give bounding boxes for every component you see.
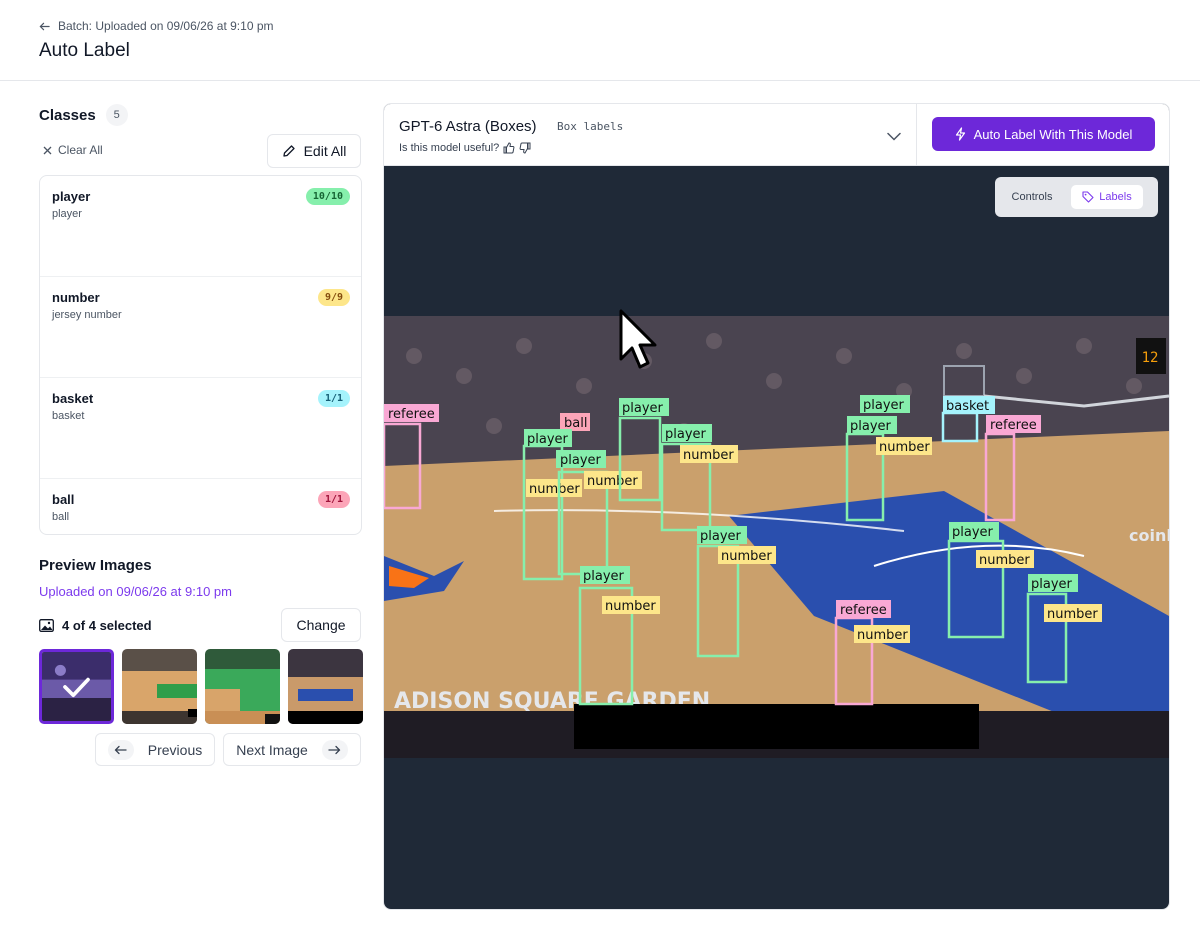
- class-description: player: [52, 208, 82, 220]
- thumbnail-image: [42, 652, 111, 721]
- class-item-number[interactable]: number jersey number 9/9: [40, 277, 361, 378]
- image-viewer: GPT-6 Astra (Boxes) Box labels Is this m…: [383, 103, 1170, 910]
- feedback-prompt: Is this model useful?: [399, 142, 500, 154]
- model-type: Box labels: [557, 120, 624, 133]
- label-player: player: [665, 427, 707, 442]
- breadcrumb[interactable]: Batch: Uploaded on 09/06/26 at 9:10 pm: [39, 19, 274, 33]
- thumbnail-1[interactable]: [39, 649, 114, 724]
- label-player: player: [527, 432, 569, 447]
- label-player: player: [622, 401, 664, 416]
- label-ball: ball: [564, 416, 587, 431]
- label-referee: referee: [840, 603, 887, 618]
- class-list: player player 10/10 number jersey number…: [39, 175, 362, 535]
- thumbnail-2[interactable]: [122, 649, 197, 724]
- clear-all-label: Clear All: [58, 143, 103, 157]
- thumbnail-image: [288, 649, 363, 724]
- preview-upload-date: Uploaded on 09/06/26 at 9:10 pm: [39, 584, 232, 599]
- thumbnail-3[interactable]: [205, 649, 280, 724]
- class-item-ball[interactable]: ball ball 1/1: [40, 479, 361, 534]
- label-number: number: [529, 482, 580, 497]
- label-number: number: [605, 599, 656, 614]
- previous-button[interactable]: Previous: [95, 733, 215, 766]
- edit-all-label: Edit All: [303, 143, 347, 159]
- page-header: Batch: Uploaded on 09/06/26 at 9:10 pm A…: [0, 0, 1200, 81]
- thumbnail-image: [122, 649, 197, 724]
- label-number: number: [857, 628, 908, 643]
- thumbnail-image: [205, 649, 280, 724]
- next-image-button[interactable]: Next Image: [223, 733, 361, 766]
- label-player: player: [952, 525, 994, 540]
- class-item-player[interactable]: player player 10/10: [40, 176, 361, 277]
- auto-label-label: Auto Label With This Model: [973, 126, 1133, 142]
- page-title: Auto Label: [39, 40, 130, 61]
- label-number: number: [683, 448, 734, 463]
- class-name: number: [52, 290, 100, 305]
- selected-count: 4 of 4 selected: [62, 618, 152, 633]
- class-count-badge: 10/10: [305, 188, 350, 205]
- label-player: player: [850, 419, 892, 434]
- label-number: number: [587, 474, 638, 489]
- thumbnail-strip: [39, 649, 363, 724]
- arrow-left-icon: [107, 739, 134, 760]
- clear-all-button[interactable]: Clear All: [43, 143, 103, 157]
- model-feedback: Is this model useful?: [399, 142, 531, 154]
- label-number: number: [979, 553, 1030, 568]
- class-description: basket: [52, 410, 85, 422]
- close-icon: [43, 146, 52, 154]
- labels-tab-label: Labels: [1099, 191, 1132, 203]
- class-item-basket[interactable]: basket basket 1/1: [40, 378, 361, 479]
- label-basket: basket: [946, 399, 989, 414]
- label-number: number: [879, 440, 930, 455]
- next-label: Next Image: [236, 741, 308, 758]
- label-player: player: [560, 453, 602, 468]
- sponsor-text: coinb: [1129, 526, 1169, 545]
- class-count-badge: 1/1: [317, 491, 350, 508]
- class-description: jersey number: [52, 309, 122, 321]
- svg-text:12: 12: [1142, 350, 1159, 366]
- preview-images-title: Preview Images: [39, 557, 152, 574]
- selection-summary: 4 of 4 selected: [39, 618, 152, 633]
- label-referee: referee: [990, 418, 1037, 433]
- model-select-chevron-icon[interactable]: [887, 128, 901, 146]
- mouse-cursor-icon: [619, 309, 657, 369]
- label-player: player: [1031, 577, 1073, 592]
- arrow-right-icon: [321, 739, 348, 760]
- change-button[interactable]: Change: [281, 608, 361, 642]
- thumbs-down-icon[interactable]: [519, 142, 531, 154]
- view-toggle: Controls Labels: [995, 177, 1158, 217]
- previous-label: Previous: [147, 741, 203, 758]
- controls-tab[interactable]: Controls: [1001, 185, 1063, 209]
- edit-all-button[interactable]: Edit All: [267, 134, 361, 168]
- auto-label-button[interactable]: Auto Label With This Model: [932, 117, 1155, 151]
- image-icon: [39, 619, 54, 632]
- classes-count-badge: 5: [105, 104, 128, 126]
- thumbnail-4[interactable]: [288, 649, 363, 724]
- class-name: player: [52, 189, 91, 204]
- classes-title: Classes: [39, 106, 96, 124]
- label-number: number: [1047, 607, 1098, 622]
- annotated-image[interactable]: 12 ADISON SQUARE GARDEN coinb referee ba…: [384, 316, 1169, 758]
- lightning-icon: [955, 127, 965, 141]
- tag-icon: [1082, 191, 1094, 203]
- class-count-badge: 9/9: [317, 289, 350, 306]
- back-arrow-icon: [39, 22, 50, 30]
- breadcrumb-label: Batch: Uploaded on 09/06/26 at 9:10 pm: [58, 19, 274, 33]
- class-description: ball: [52, 511, 70, 523]
- class-name: ball: [52, 492, 75, 507]
- label-player: player: [583, 569, 625, 584]
- classes-header: Classes 5: [39, 104, 128, 126]
- label-player: player: [700, 529, 742, 544]
- model-name: GPT-6 Astra (Boxes): [399, 118, 537, 135]
- label-player: player: [863, 398, 905, 413]
- thumbs-up-icon[interactable]: [503, 142, 515, 154]
- class-name: basket: [52, 391, 94, 406]
- label-referee: referee: [388, 407, 435, 422]
- label-number: number: [721, 549, 772, 564]
- model-bar: GPT-6 Astra (Boxes) Box labels Is this m…: [384, 104, 1169, 166]
- pencil-icon: [282, 145, 295, 157]
- divider: [916, 104, 917, 165]
- class-count-badge: 1/1: [317, 390, 350, 407]
- labels-tab[interactable]: Labels: [1071, 185, 1143, 209]
